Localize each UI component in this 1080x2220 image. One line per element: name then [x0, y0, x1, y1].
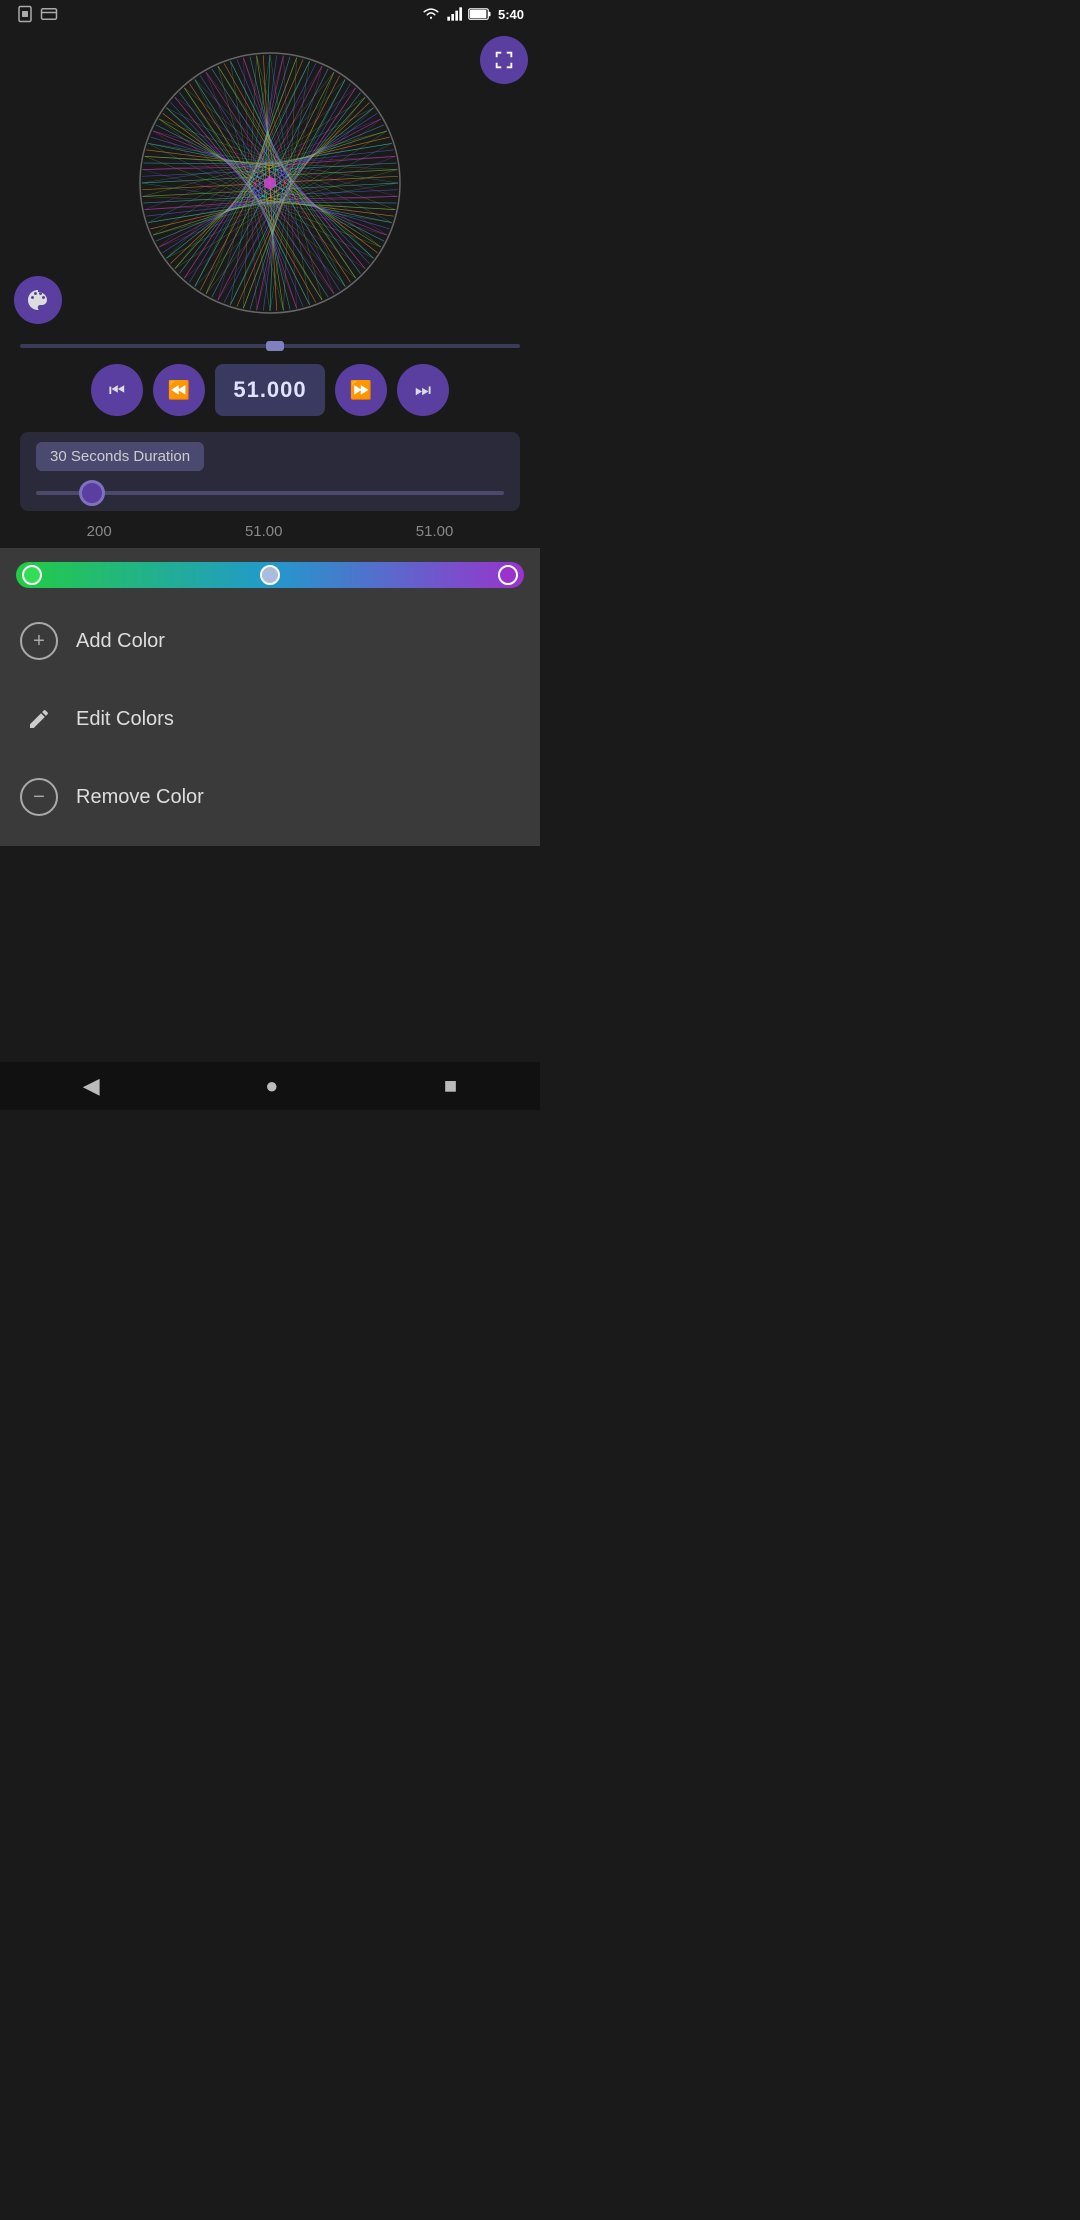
- param-labels: 200 51.00 51.00: [0, 517, 540, 548]
- duration-panel: 30 Seconds Duration: [20, 432, 520, 511]
- skip-forward-button[interactable]: ⏭: [397, 364, 449, 416]
- status-right: 5:40: [422, 6, 524, 22]
- add-color-label: Add Color: [76, 630, 165, 653]
- edit-colors-item[interactable]: Edit Colors: [0, 680, 540, 758]
- battery-icon: [468, 7, 492, 21]
- time-display: 51.000: [215, 364, 325, 416]
- param-2: 51.00: [245, 523, 283, 540]
- fast-forward-button[interactable]: ⏩: [335, 364, 387, 416]
- add-color-icon: +: [20, 622, 58, 660]
- add-color-item[interactable]: + Add Color: [0, 602, 540, 680]
- param-1: 200: [87, 523, 112, 540]
- menu-items: + Add Color Edit Colors − Remove Color: [0, 602, 540, 846]
- duration-thumb[interactable]: [79, 480, 105, 506]
- progress-area: [0, 338, 540, 354]
- edit-colors-label: Edit Colors: [76, 708, 174, 731]
- edit-colors-icon: [20, 700, 58, 738]
- remove-color-label: Remove Color: [76, 786, 204, 809]
- spiral-visualization: // We'll use SVG lines generated to look…: [130, 43, 410, 323]
- card-icon: [40, 5, 58, 23]
- status-time: 5:40: [498, 7, 524, 22]
- param-3: 51.00: [416, 523, 454, 540]
- sim-icon: [16, 5, 34, 23]
- gradient-thumb-mid[interactable]: [260, 565, 280, 585]
- gradient-thumb-right[interactable]: [498, 565, 518, 585]
- nav-home-button[interactable]: ●: [257, 1065, 286, 1107]
- nav-back-button[interactable]: ◀: [75, 1065, 108, 1107]
- palette-icon: [26, 288, 50, 312]
- status-left: [16, 5, 58, 23]
- gradient-thumb-left[interactable]: [22, 565, 42, 585]
- wifi-icon: [422, 7, 440, 21]
- duration-track[interactable]: [36, 491, 504, 495]
- fullscreen-icon: [493, 49, 515, 71]
- status-bar: 5:40: [0, 0, 540, 28]
- rewind-button[interactable]: ⏪: [153, 364, 205, 416]
- color-panel: [0, 548, 540, 602]
- progress-track[interactable]: [20, 344, 520, 348]
- remove-color-item[interactable]: − Remove Color: [0, 758, 540, 836]
- color-gradient-bar[interactable]: [16, 562, 524, 588]
- remove-color-icon: −: [20, 778, 58, 816]
- signal-icon: [446, 6, 462, 22]
- duration-label: 30 Seconds Duration: [36, 442, 204, 471]
- palette-button[interactable]: [14, 276, 62, 324]
- skip-back-button[interactable]: ⏮: [91, 364, 143, 416]
- playback-controls: ⏮ ⏪ 51.000 ⏩ ⏭: [0, 354, 540, 426]
- nav-bar: ◀ ● ■: [0, 1062, 540, 1110]
- fullscreen-button[interactable]: [480, 36, 528, 84]
- nav-recent-button[interactable]: ■: [436, 1065, 465, 1107]
- progress-thumb[interactable]: [266, 341, 284, 351]
- viz-area: // We'll use SVG lines generated to look…: [0, 28, 540, 338]
